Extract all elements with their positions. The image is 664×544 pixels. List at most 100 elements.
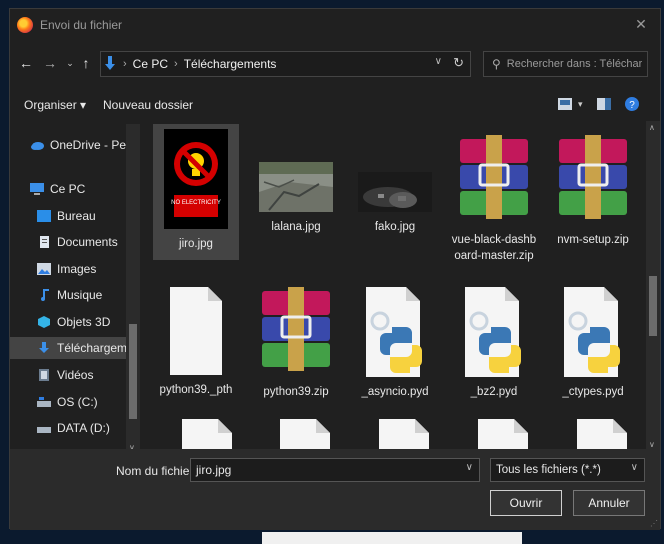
python-file-icon (564, 287, 620, 377)
winrar-archive-icon (559, 135, 627, 219)
file-open-dialog: Envoi du fichier ✕ ← → ⌄ ↑ › Ce PC › Tél… (9, 8, 661, 530)
address-bar[interactable]: › Ce PC › Téléchargements ∨ ↻ (100, 51, 471, 77)
sidebar-item-onedrive[interactable]: OneDrive - Persor (10, 134, 140, 156)
pictures-icon (37, 263, 51, 275)
sign-text: NO ELECTRICITY (171, 200, 221, 206)
breadcrumb-separator-icon: › (174, 58, 178, 70)
svg-text:?: ? (629, 100, 635, 111)
file-type-value: Tous les fichiers (*.*) (496, 464, 601, 476)
file-list-scrollbar-thumb[interactable] (649, 276, 657, 336)
file-item[interactable]: fako.jpg (352, 124, 438, 235)
chevron-down-icon[interactable]: ∨ (631, 462, 638, 473)
scroll-down-arrow-icon[interactable]: ∨ (649, 440, 655, 449)
sidebar-item-label: Bureau (57, 209, 96, 223)
python-file-icon (366, 287, 422, 377)
sidebar-item-label: Objets 3D (57, 315, 111, 329)
preview-pane-icon[interactable] (596, 98, 611, 110)
file-name: python39.zip (263, 386, 329, 398)
sidebar-item-this-pc[interactable]: Ce PC (10, 178, 140, 200)
search-input[interactable] (506, 58, 642, 70)
title-bar: Envoi du fichier ✕ (10, 9, 660, 41)
view-chevron-down-icon[interactable]: ▾ (578, 99, 583, 110)
search-box[interactable]: ⚲ (483, 51, 648, 77)
file-item[interactable]: _bz2.pyd (451, 279, 537, 400)
python-file-icon (280, 419, 330, 449)
downloads-icon (39, 342, 49, 353)
organize-menu-button[interactable]: Organiser ▾ (24, 98, 86, 112)
sidebar-item-music[interactable]: Musique (10, 284, 140, 306)
filename-input[interactable]: jiro.jpg ∨ (190, 458, 480, 482)
sidebar-item-label: Ce PC (50, 182, 86, 196)
open-button[interactable]: Ouvrir (490, 490, 562, 516)
documents-icon (40, 236, 49, 248)
back-arrow-icon[interactable]: ← (18, 55, 34, 71)
view-options: ▾ ? (558, 97, 639, 111)
desktop-icon (37, 210, 51, 222)
file-name: python39._pth (159, 384, 233, 396)
file-list-scrollbar[interactable]: ∧ ∨ (646, 121, 660, 451)
recent-locations-chevron-icon[interactable]: ⌄ (62, 55, 78, 71)
view-mode-icon[interactable] (558, 98, 572, 110)
python-file-icon (379, 419, 429, 449)
sidebar-item-label: Musique (57, 288, 103, 302)
winrar-archive-icon (262, 287, 330, 371)
up-arrow-icon[interactable]: ↑ (78, 55, 94, 71)
sidebar-item-desktop[interactable]: Bureau (10, 205, 140, 227)
breadcrumb-this-pc[interactable]: Ce PC (133, 57, 168, 71)
file-list: NO ELECTRICITY jiro.jpg lalana.jpg fako.… (142, 121, 647, 449)
search-icon: ⚲ (492, 57, 501, 71)
python-file-icon (478, 419, 528, 449)
file-type-select[interactable]: Tous les fichiers (*.*) ∨ (490, 458, 645, 482)
sidebar-item-drive-c[interactable]: OS (C:) (10, 391, 140, 413)
file-name: lalana.jpg (271, 221, 321, 233)
sidebar-item-videos[interactable]: Vidéos (10, 364, 140, 386)
drive-icon (37, 427, 51, 433)
sidebar-item-pictures[interactable]: Images (10, 258, 140, 280)
file-item[interactable]: lalana.jpg (253, 124, 339, 235)
sidebar-item-drive-d[interactable]: DATA (D:) (10, 417, 140, 439)
close-icon[interactable]: ✕ (632, 15, 650, 33)
file-item[interactable]: python39._pth (153, 279, 239, 398)
videos-icon (39, 369, 49, 381)
sidebar-item-label: Vidéos (57, 368, 94, 382)
sidebar-item-label: Images (57, 262, 97, 276)
sidebar-item-label: OS (C:) (57, 395, 98, 409)
cancel-button[interactable]: Annuler (573, 490, 645, 516)
chevron-down-icon[interactable]: ∨ (466, 462, 473, 473)
file-name: jiro.jpg (179, 238, 213, 250)
file-name: fako.jpg (374, 221, 416, 233)
file-name: _asyncio.pyd (361, 386, 429, 398)
file-item[interactable]: NO ELECTRICITY jiro.jpg (153, 124, 239, 260)
sidebar-item-3d-objects[interactable]: Objets 3D (10, 311, 140, 333)
file-name: _bz2.pyd (470, 386, 518, 398)
sidebar-scrollbar[interactable]: ∨ (126, 124, 140, 454)
file-item[interactable]: vue-black-dashb oard-master.zip (451, 124, 537, 264)
downloads-icon (105, 56, 115, 70)
sidebar-scrollbar-thumb[interactable] (129, 324, 137, 419)
navigation-pane: OneDrive - Persor Ce PC Bureau Documents… (10, 124, 140, 449)
music-icon (41, 289, 49, 301)
file-item[interactable]: _asyncio.pyd (352, 279, 438, 400)
file-name-line-1: vue-black-dashb (451, 234, 537, 246)
blank-file-icon (170, 287, 222, 375)
firefox-icon (17, 17, 33, 33)
refresh-icon[interactable]: ↻ (453, 55, 464, 71)
file-item[interactable]: python39.zip (253, 279, 339, 400)
breadcrumb-downloads[interactable]: Téléchargements (184, 57, 277, 71)
scroll-up-arrow-icon[interactable]: ∧ (649, 123, 655, 132)
resize-grip-icon[interactable]: ⋰ (650, 519, 658, 528)
chevron-down-icon[interactable]: ∨ (435, 56, 442, 67)
sidebar-item-label: DATA (D:) (57, 421, 110, 435)
road-photo-thumbnail (259, 162, 333, 212)
file-item[interactable]: _ctypes.pyd (550, 279, 636, 400)
new-folder-button[interactable]: Nouveau dossier (103, 98, 193, 112)
forward-arrow-icon[interactable]: → (42, 55, 58, 71)
sidebar-item-label: Documents (57, 235, 118, 249)
sidebar-item-documents[interactable]: Documents (10, 231, 140, 253)
command-toolbar: Organiser ▾ Nouveau dossier ▾ ? (10, 91, 660, 119)
window-title: Envoi du fichier (40, 18, 123, 32)
sidebar-item-downloads[interactable]: Téléchargements (10, 337, 140, 359)
filename-label: Nom du fichier : (116, 464, 201, 478)
help-icon[interactable]: ? (624, 97, 639, 111)
file-item[interactable]: nvm-setup.zip (550, 124, 636, 248)
